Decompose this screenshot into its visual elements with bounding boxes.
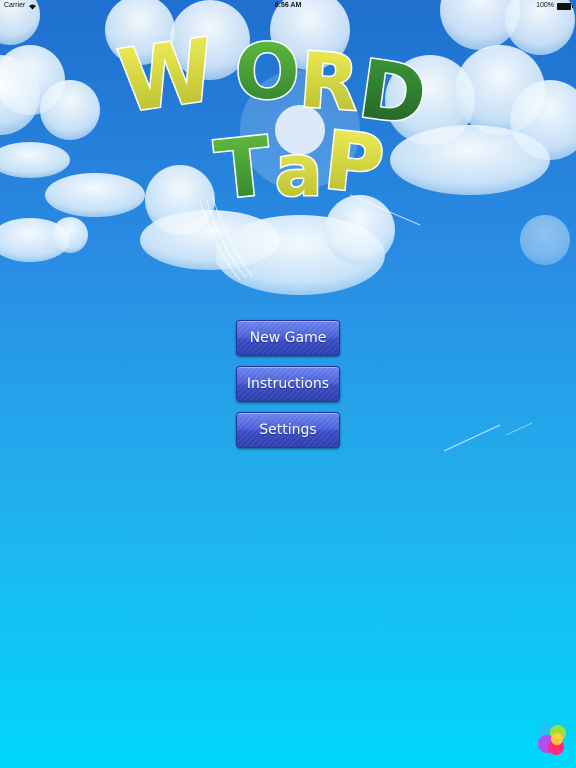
battery-icon (557, 2, 573, 10)
svg-text:P: P (320, 114, 388, 213)
svg-text:O: O (235, 27, 300, 116)
svg-text:a: a (275, 130, 322, 212)
app-screen: W O R D T a P Carrier 6:56 AM 100% New G… (0, 0, 576, 768)
status-bar: Carrier 6:56 AM 100% (0, 0, 576, 12)
status-time: 6:56 AM (274, 2, 302, 9)
light-streak (443, 422, 533, 452)
new-game-button[interactable]: New Game (236, 320, 340, 356)
logo-graphic: W O R D T a P (111, 19, 433, 219)
svg-text:T: T (211, 119, 275, 217)
battery-percent: 100% (536, 2, 554, 9)
instructions-button[interactable]: Instructions (236, 366, 340, 402)
game-center-icon[interactable] (536, 720, 568, 756)
settings-button[interactable]: Settings (236, 412, 340, 448)
svg-text:W: W (113, 20, 221, 132)
word-tap-logo: W O R D T a P (110, 10, 440, 220)
main-menu: New Game Instructions Settings (236, 320, 340, 458)
